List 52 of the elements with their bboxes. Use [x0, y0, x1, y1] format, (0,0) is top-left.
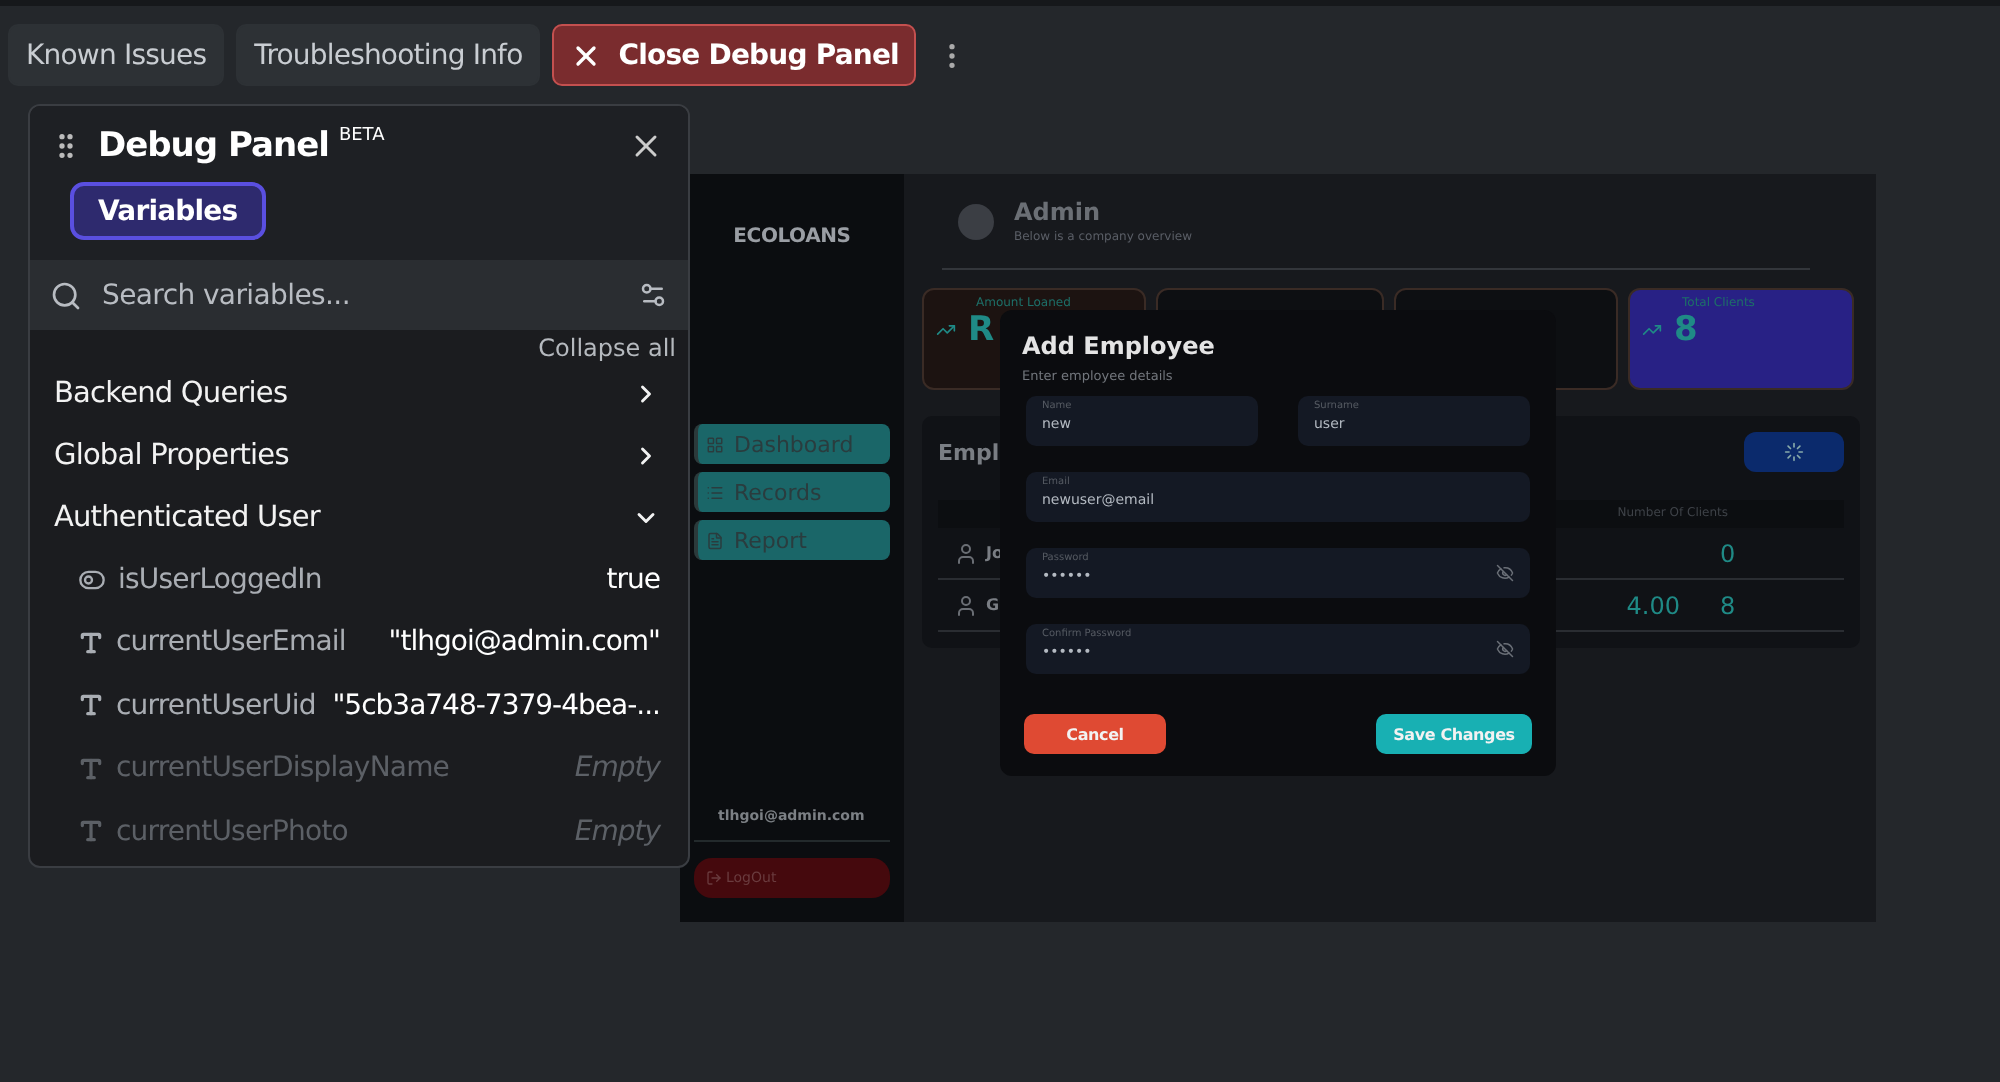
panel-title: Debug Panel	[98, 126, 329, 166]
collapse-all-link[interactable]: Collapse all	[54, 334, 676, 362]
text-type-icon	[78, 692, 104, 719]
section-header[interactable]: Authenticated User	[54, 486, 660, 548]
search-field[interactable]: Search variables...	[98, 277, 622, 313]
variable-name: isUserLoggedIn	[118, 563, 322, 596]
logout-icon	[706, 870, 722, 886]
page-title: Admin	[1014, 198, 1103, 226]
card-value: 8	[1674, 310, 1698, 350]
close-panel-button[interactable]: Close Debug Panel	[552, 24, 917, 86]
filter-icon[interactable]	[638, 280, 668, 310]
tab[interactable]: Variables	[70, 182, 266, 240]
spinner-icon	[1784, 442, 1804, 462]
section-header[interactable]: Global Properties	[54, 424, 660, 486]
trend-icon	[1642, 320, 1662, 340]
eye-off-icon[interactable]	[1496, 564, 1514, 582]
text-type-icon	[78, 755, 104, 782]
brand-logo: ECOLOANS	[731, 226, 853, 248]
variable-name: currentUserEmail	[116, 626, 346, 659]
section-header[interactable]: Backend Queries	[54, 362, 660, 424]
toolbar-button[interactable]: Troubleshooting Info	[236, 24, 541, 86]
variable-name: currentUserPhoto	[116, 815, 348, 848]
list-icon	[706, 483, 724, 501]
panel-title: Empl	[938, 439, 1000, 465]
table-cell-text: 0	[1720, 539, 1738, 567]
file-icon	[706, 531, 724, 549]
table-cell: 4.00	[1626, 591, 1680, 619]
cancel-button[interactable]: Cancel	[1024, 714, 1166, 754]
grid-icon	[706, 435, 724, 453]
text-type-icon	[78, 629, 104, 656]
card-value: R	[968, 310, 995, 350]
dialog-title: Add Employee	[1022, 332, 1217, 360]
table-cell: G	[986, 596, 1000, 614]
variable-value: "5cb3a748-7379-4bea-...	[332, 689, 660, 722]
eye-off-icon[interactable]	[1496, 640, 1514, 658]
variable-name: currentUserDisplayName	[116, 752, 450, 785]
table-cell-text: 8	[1720, 591, 1738, 619]
beta-label: BETA	[338, 126, 385, 146]
variable-value: Empty	[574, 752, 660, 785]
variable-value: true	[606, 563, 660, 596]
user-icon	[954, 541, 978, 565]
text-type-icon	[78, 818, 104, 845]
variable-value: Empty	[574, 815, 660, 848]
variable-name: currentUserUid	[116, 689, 316, 722]
trend-icon	[936, 320, 956, 340]
search-icon	[50, 279, 82, 311]
variable-value: "tlhgoi@admin.com"	[388, 626, 660, 659]
avatar	[958, 203, 994, 239]
search-bar[interactable]: Search variables...	[30, 260, 688, 330]
toolbar-button[interactable]: Known Issues	[8, 24, 225, 86]
user-icon	[954, 593, 978, 617]
toggle-icon	[78, 565, 106, 594]
